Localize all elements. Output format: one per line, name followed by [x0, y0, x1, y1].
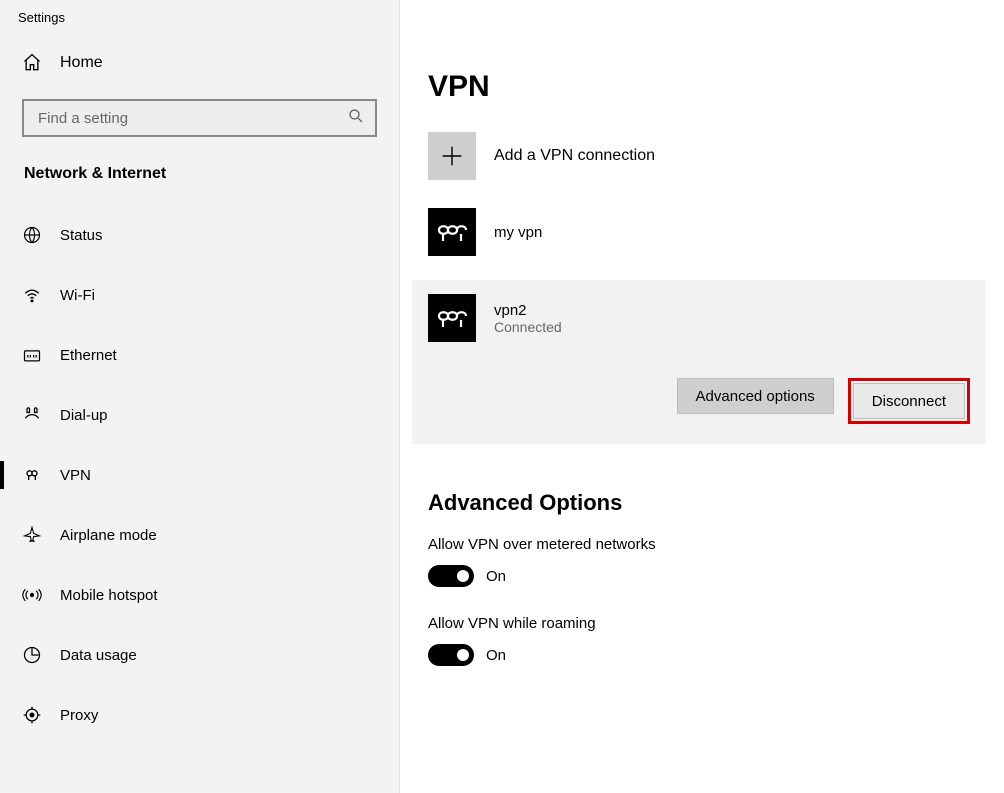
- sidebar-item-ethernet[interactable]: Ethernet: [0, 325, 399, 385]
- sidebar-item-hotspot[interactable]: Mobile hotspot: [0, 565, 399, 625]
- sidebar-item-label: Wi-Fi: [60, 287, 95, 304]
- vpn-connection-name: my vpn: [494, 224, 542, 241]
- sidebar-item-label: Dial-up: [60, 407, 108, 424]
- sidebar-item-vpn[interactable]: VPN: [0, 445, 399, 505]
- home-icon: [22, 53, 42, 73]
- search-icon: [347, 107, 365, 130]
- data-usage-icon: [22, 645, 42, 665]
- settings-sidebar: Settings Home Network & Internet Status: [0, 0, 400, 793]
- ethernet-icon: [22, 345, 42, 365]
- vpn-action-row: Advanced options Disconnect: [428, 378, 970, 424]
- sidebar-item-label: Proxy: [60, 707, 98, 724]
- app-title: Settings: [0, 6, 399, 39]
- disconnect-button[interactable]: Disconnect: [853, 383, 965, 419]
- disconnect-highlight: Disconnect: [848, 378, 970, 424]
- toggle-label: Allow VPN over metered networks: [428, 536, 990, 553]
- advanced-options-button[interactable]: Advanced options: [677, 378, 834, 414]
- vpn-icon: [22, 465, 42, 485]
- search-container: [22, 99, 377, 137]
- sidebar-item-label: Status: [60, 227, 103, 244]
- sidebar-item-label: Ethernet: [60, 347, 117, 364]
- dialup-icon: [22, 405, 42, 425]
- toggle-roaming: Allow VPN while roaming On: [428, 615, 990, 666]
- vpn-tile-icon: [428, 294, 476, 342]
- sidebar-item-label: Mobile hotspot: [60, 587, 158, 604]
- toggle-label: Allow VPN while roaming: [428, 615, 990, 632]
- sidebar-item-airplane[interactable]: Airplane mode: [0, 505, 399, 565]
- sidebar-item-status[interactable]: Status: [0, 205, 399, 265]
- sidebar-item-label: VPN: [60, 467, 91, 484]
- vpn-connection-selected: vpn2 Connected Advanced options Disconne…: [412, 280, 986, 444]
- advanced-options-header: Advanced Options: [428, 490, 990, 516]
- page-title: VPN: [428, 70, 990, 104]
- category-title: Network & Internet: [0, 137, 399, 191]
- sidebar-item-dialup[interactable]: Dial-up: [0, 385, 399, 445]
- home-label: Home: [60, 54, 103, 72]
- wifi-icon: [22, 285, 42, 305]
- sidebar-item-wifi[interactable]: Wi-Fi: [0, 265, 399, 325]
- search-input[interactable]: [36, 109, 347, 128]
- toggle-metered: Allow VPN over metered networks On: [428, 536, 990, 587]
- vpn-tile-icon: [428, 208, 476, 256]
- sidebar-item-proxy[interactable]: Proxy: [0, 685, 399, 745]
- metered-toggle[interactable]: [428, 565, 474, 587]
- sidebar-nav: Status Wi-Fi Ethernet Dial-up VPN Airpla…: [0, 205, 399, 745]
- sidebar-item-label: Data usage: [60, 647, 137, 664]
- roaming-toggle[interactable]: [428, 644, 474, 666]
- vpn-connection-item[interactable]: my vpn: [428, 204, 990, 260]
- vpn-connection-item[interactable]: vpn2 Connected: [428, 294, 970, 342]
- search-box[interactable]: [22, 99, 377, 137]
- add-vpn-label: Add a VPN connection: [494, 147, 655, 165]
- sidebar-item-data-usage[interactable]: Data usage: [0, 625, 399, 685]
- sidebar-item-label: Airplane mode: [60, 527, 157, 544]
- home-nav-item[interactable]: Home: [0, 39, 399, 87]
- hotspot-icon: [22, 585, 42, 605]
- vpn-connection-status: Connected: [494, 319, 562, 335]
- proxy-icon: [22, 705, 42, 725]
- globe-icon: [22, 225, 42, 245]
- add-vpn-row[interactable]: Add a VPN connection: [428, 132, 990, 180]
- toggle-state: On: [486, 647, 506, 664]
- plus-icon: [428, 132, 476, 180]
- main-pane: VPN Add a VPN connection my vpn v: [400, 0, 1004, 793]
- vpn-connection-name: vpn2: [494, 302, 562, 319]
- airplane-icon: [22, 525, 42, 545]
- toggle-state: On: [486, 568, 506, 585]
